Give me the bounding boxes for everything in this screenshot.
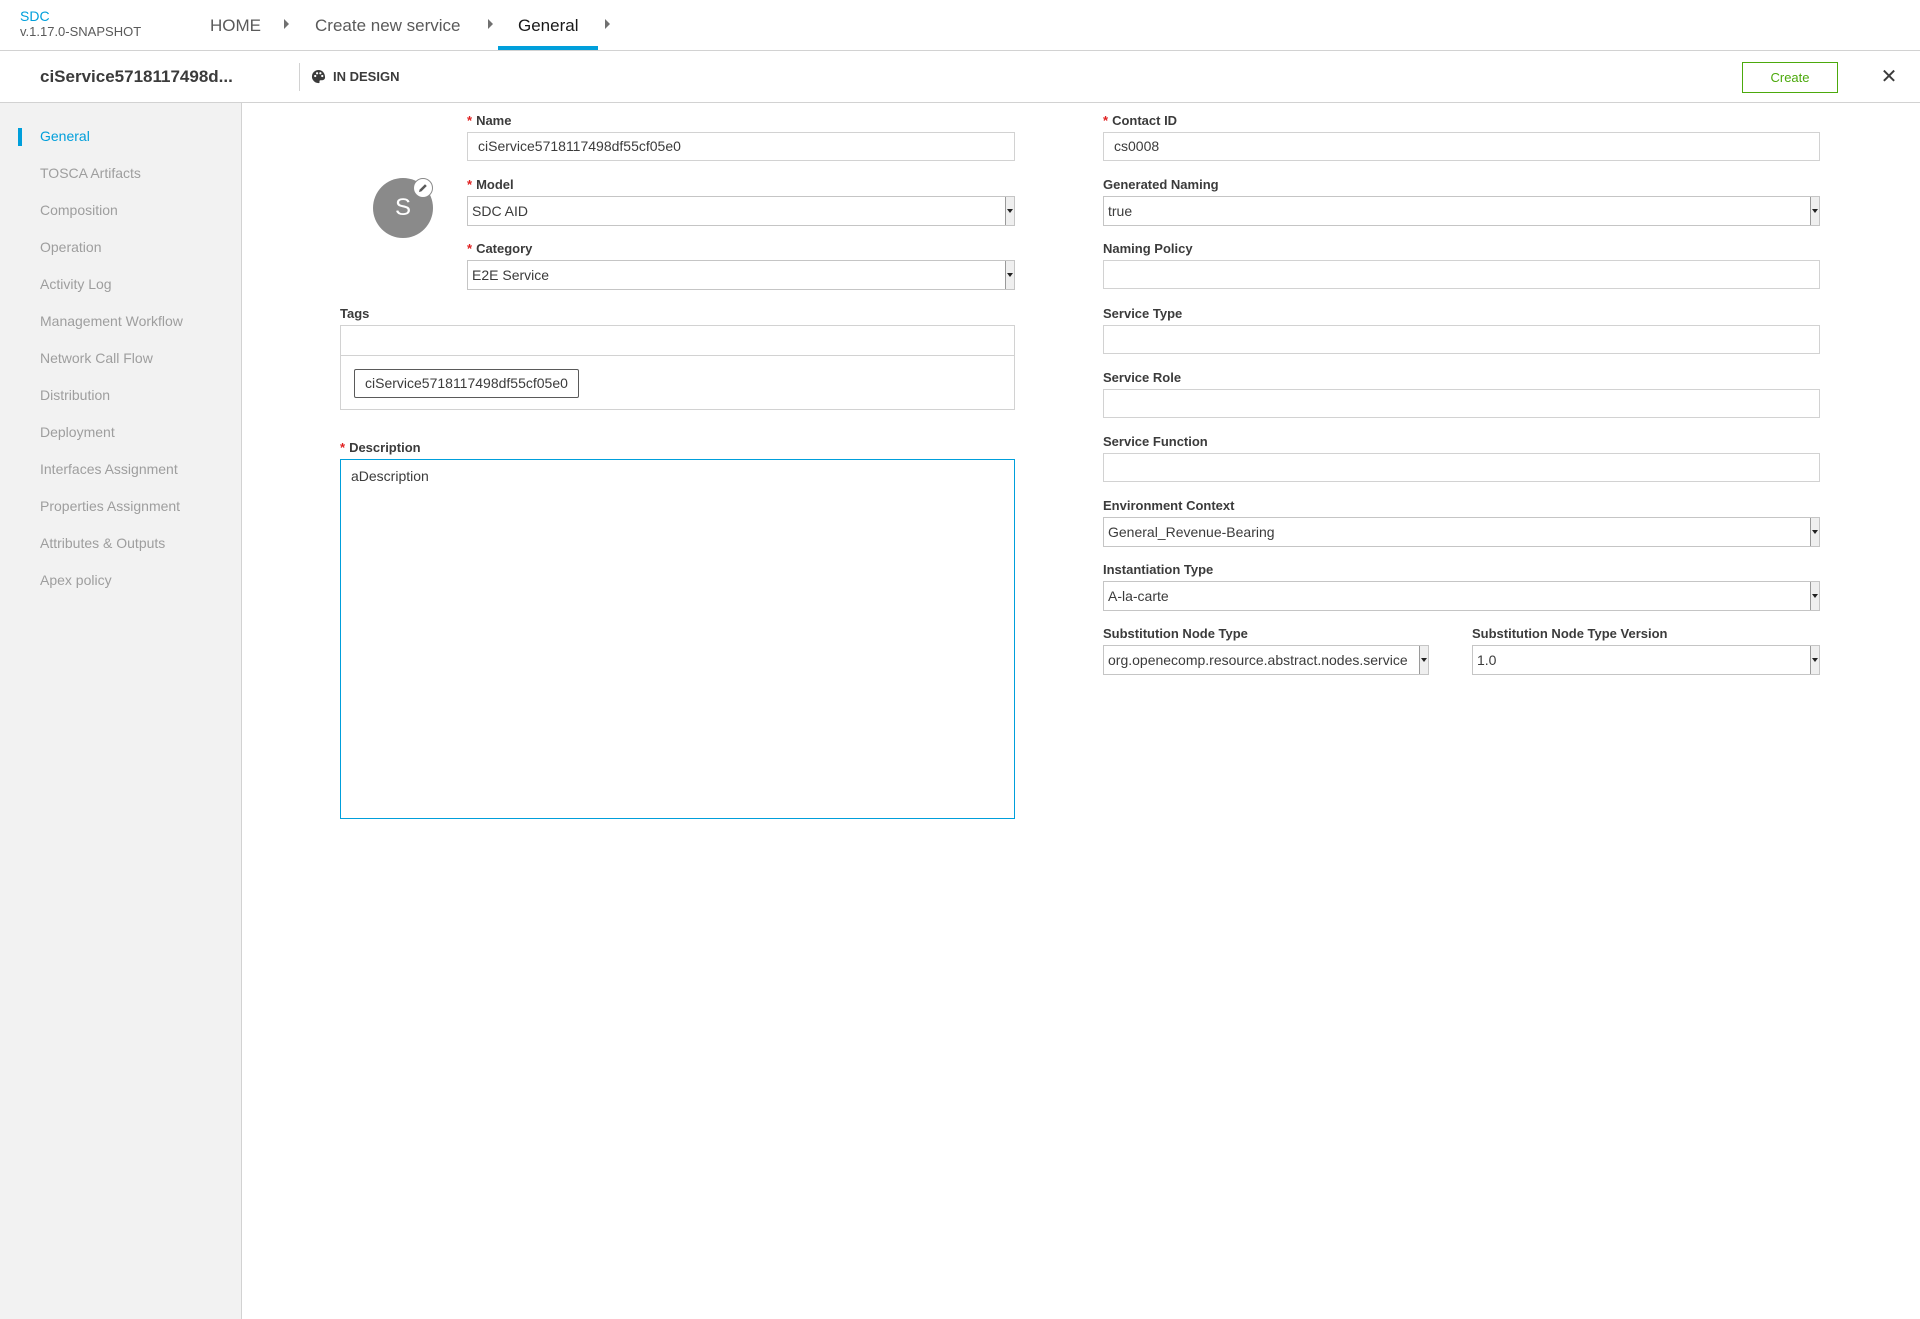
active-nav-indicator xyxy=(18,128,22,146)
instantiation-type-select[interactable]: A-la-carte xyxy=(1103,581,1820,611)
substitution-node-type-version-select[interactable]: 1.0 xyxy=(1472,645,1820,675)
sidebar-item-tosca-artifacts[interactable]: TOSCA Artifacts xyxy=(40,165,141,181)
sidebar-item-interfaces-assignment[interactable]: Interfaces Assignment xyxy=(40,461,178,477)
category-label: * Category xyxy=(467,241,533,256)
breadcrumb-arrow-icon[interactable] xyxy=(488,19,493,29)
naming-policy-label: Naming Policy xyxy=(1103,241,1193,256)
service-function-label: Service Function xyxy=(1103,434,1208,449)
sidebar-item-composition[interactable]: Composition xyxy=(40,202,118,218)
chevron-down-icon xyxy=(1810,646,1819,674)
name-input[interactable]: ciService5718117498df55cf05e0 xyxy=(467,132,1015,161)
sidebar-item-apex-policy[interactable]: Apex policy xyxy=(40,572,112,588)
description-label: * Description xyxy=(340,440,421,455)
generated-naming-select[interactable]: true xyxy=(1103,196,1820,226)
description-textarea[interactable]: aDescription xyxy=(340,459,1015,819)
tags-label: Tags xyxy=(340,306,370,321)
sidebar-item-properties-assignment[interactable]: Properties Assignment xyxy=(40,498,180,514)
environment-context-select[interactable]: General_Revenue-Bearing xyxy=(1103,517,1820,547)
chevron-down-icon xyxy=(1005,261,1014,289)
naming-policy-input[interactable] xyxy=(1103,260,1820,289)
status-label: IN DESIGN xyxy=(333,69,400,84)
sidebar-item-activity-log[interactable]: Activity Log xyxy=(40,276,112,292)
service-type-input[interactable] xyxy=(1103,325,1820,354)
breadcrumb-arrow-icon[interactable] xyxy=(605,19,610,29)
sidebar-item-general[interactable]: General xyxy=(40,128,90,144)
active-tab-indicator xyxy=(498,46,599,50)
environment-context-label: Environment Context xyxy=(1103,498,1235,513)
service-function-input[interactable] xyxy=(1103,453,1820,482)
sidebar-item-distribution[interactable]: Distribution xyxy=(40,387,110,403)
breadcrumb-general[interactable]: General xyxy=(498,16,599,50)
app-name: SDC xyxy=(20,8,50,24)
substitution-node-type-select[interactable]: org.openecomp.resource.abstract.nodes.se… xyxy=(1103,645,1429,675)
breadcrumb-home[interactable]: HOME xyxy=(210,16,261,50)
generated-naming-label: Generated Naming xyxy=(1103,177,1219,192)
tags-input[interactable] xyxy=(341,326,1014,356)
contact-id-label: * Contact ID xyxy=(1103,113,1178,128)
workspace-header: ciService5718117498d... IN DESIGN Create xyxy=(0,51,1920,103)
create-button[interactable]: Create xyxy=(1742,62,1838,93)
model-select[interactable]: SDC AID xyxy=(467,196,1015,226)
chevron-down-icon xyxy=(1810,197,1819,225)
service-role-label: Service Role xyxy=(1103,370,1182,385)
service-type-label: Service Type xyxy=(1103,306,1183,321)
left-sidebar: General TOSCA Artifacts Composition Oper… xyxy=(0,103,242,1319)
header-divider xyxy=(299,63,300,91)
sidebar-item-management-workflow[interactable]: Management Workflow xyxy=(40,313,183,329)
contact-id-input[interactable]: cs0008 xyxy=(1103,132,1820,161)
pencil-icon xyxy=(419,184,427,192)
lifecycle-status: IN DESIGN xyxy=(311,69,399,84)
sidebar-item-attributes-outputs[interactable]: Attributes & Outputs xyxy=(40,535,165,551)
name-label: * Name xyxy=(467,113,512,128)
top-nav-bar: SDC v.1.17.0-SNAPSHOT HOME Create new se… xyxy=(0,0,1920,51)
edit-icon[interactable] xyxy=(413,178,433,198)
chevron-down-icon xyxy=(1419,646,1428,674)
service-role-input[interactable] xyxy=(1103,389,1820,418)
tags-field: ciService5718117498df55cf05e0 xyxy=(340,325,1015,410)
sidebar-item-operation[interactable]: Operation xyxy=(40,239,101,255)
palette-icon xyxy=(311,69,326,84)
sidebar-item-deployment[interactable]: Deployment xyxy=(40,424,115,440)
instantiation-type-label: Instantiation Type xyxy=(1103,562,1214,577)
chevron-down-icon xyxy=(1005,197,1014,225)
service-name-title: ciService5718117498d... xyxy=(40,67,233,86)
tag-chip[interactable]: ciService5718117498df55cf05e0 xyxy=(354,369,579,398)
substitution-node-type-label: Substitution Node Type xyxy=(1103,626,1248,641)
sidebar-item-network-call-flow[interactable]: Network Call Flow xyxy=(40,350,153,366)
substitution-node-type-version-label: Substitution Node Type Version xyxy=(1472,626,1668,641)
close-icon[interactable]: ✕ xyxy=(1879,67,1899,87)
category-select[interactable]: E2E Service xyxy=(467,260,1015,290)
chevron-down-icon xyxy=(1810,582,1819,610)
breadcrumb-create-service[interactable]: Create new service xyxy=(315,16,461,50)
model-label: * Model xyxy=(467,177,514,192)
breadcrumb-arrow-icon[interactable] xyxy=(284,19,289,29)
app-version: v.1.17.0-SNAPSHOT xyxy=(20,24,142,39)
chevron-down-icon xyxy=(1810,518,1819,546)
app-brand[interactable]: SDC v.1.17.0-SNAPSHOT xyxy=(20,8,142,40)
